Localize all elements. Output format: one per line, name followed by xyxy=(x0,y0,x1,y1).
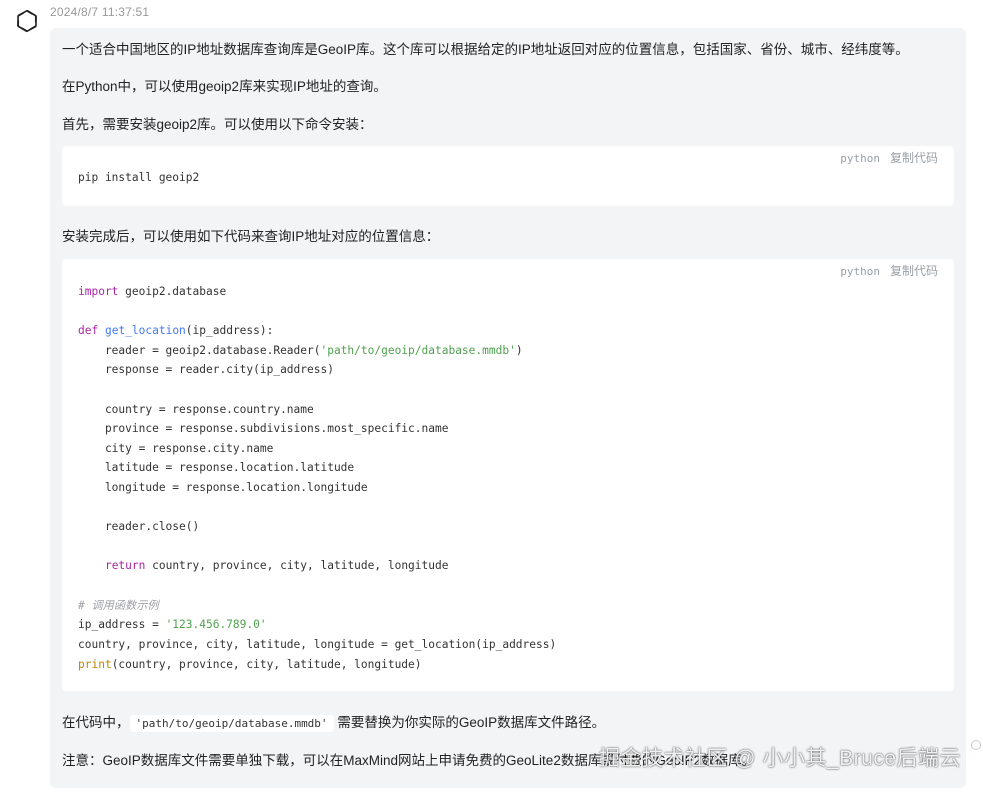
code-text: ip_address = xyxy=(78,618,166,631)
scroll-indicator[interactable] xyxy=(971,740,981,750)
code-line-def: def get_location(ip_address): xyxy=(78,321,273,341)
path-note-before: 在代码中， xyxy=(62,715,130,730)
paragraph-install-intro: 首先，需要安装geoip2库。可以使用以下命令安装： xyxy=(62,117,373,132)
paragraph-intro: 一个适合中国地区的IP地址数据库查询库是GeoIP库。这个库可以根据给定的IP地… xyxy=(62,42,909,57)
string-literal: '123.456.789.0' xyxy=(165,618,267,631)
paragraph-code-intro: 安装完成后，可以使用如下代码来查询IP地址对应的位置信息： xyxy=(62,229,440,244)
string-literal: 'path/to/geoip/database.mmdb' xyxy=(320,344,516,357)
code-line-country: country = response.country.name xyxy=(78,403,314,416)
code-text: country, province, city, latitude, longi… xyxy=(145,559,449,572)
code-line: pip install geoip2 xyxy=(78,171,200,184)
function-name: get_location xyxy=(104,324,186,337)
code-block-main: python 复制代码 import geoip2.database def g… xyxy=(62,259,954,691)
path-note-after: 需要替换为你实际的GeoIP数据库文件路径。 xyxy=(337,715,606,730)
chat-page: 2024/8/7 11:37:51 一个适合中国地区的IP地址数据库查询库是Ge… xyxy=(0,0,983,792)
copy-code-button[interactable]: 复制代码 xyxy=(890,264,938,279)
code-language-label: python xyxy=(840,265,880,278)
code-line-close: reader.close() xyxy=(78,520,200,533)
code-line-call: country, province, city, latitude, longi… xyxy=(78,638,557,651)
code-text: (ip_address): xyxy=(185,324,274,337)
keyword: def xyxy=(78,324,99,337)
code-line-response: response = reader.city(ip_address) xyxy=(78,363,334,376)
assistant-message-bubble: 一个适合中国地区的IP地址数据库查询库是GeoIP库。这个库可以根据给定的IP地… xyxy=(50,28,966,788)
code-text: ) xyxy=(515,344,523,357)
module-name: geoip2.database xyxy=(118,285,227,298)
inline-code-path: 'path/to/geoip/database.mmdb' xyxy=(129,715,334,732)
openai-logo-icon xyxy=(12,6,42,36)
code-line-reader: reader = geoip2.database.Reader('path/to… xyxy=(78,341,523,361)
builtin-name: print xyxy=(78,658,112,671)
code-line-ip: ip_address = '123.456.789.0' xyxy=(78,615,267,635)
paragraph-python-usage: 在Python中，可以使用geoip2库来实现IP地址的查询。 xyxy=(62,79,387,94)
watermark: 掘金技术社区 @ 小小其_Bruce后端云 xyxy=(598,747,961,770)
code-block-install: python 复制代码 pip install geoip2 xyxy=(62,146,954,206)
keyword: import xyxy=(78,285,119,298)
code-line-province: province = response.subdivisions.most_sp… xyxy=(78,422,449,435)
code-line-latitude: latitude = response.location.latitude xyxy=(78,461,355,474)
code-line-longitude: longitude = response.location.longitude xyxy=(78,481,368,494)
code-language-label: python xyxy=(840,152,880,165)
paragraph-path-note: 在代码中，'path/to/geoip/database.mmdb' 需要替换为… xyxy=(62,711,606,732)
code-text: reader = geoip2.database.Reader( xyxy=(78,344,321,357)
message-timestamp: 2024/8/7 11:37:51 xyxy=(50,5,150,19)
code-line-city: city = response.city.name xyxy=(78,442,274,455)
keyword: return xyxy=(104,559,146,572)
code-toolbar: python 复制代码 xyxy=(840,264,938,279)
code-toolbar: python 复制代码 xyxy=(840,151,938,166)
code-line-return: return country, province, city, latitude… xyxy=(78,556,449,576)
copy-code-button[interactable]: 复制代码 xyxy=(890,151,938,166)
code-line-import: import geoip2.database xyxy=(78,282,226,302)
code-text: (country, province, city, latitude, long… xyxy=(111,658,422,671)
code-line-comment: # 调用函数示例 xyxy=(78,599,159,612)
code-line-print: print(country, province, city, latitude,… xyxy=(78,655,422,675)
